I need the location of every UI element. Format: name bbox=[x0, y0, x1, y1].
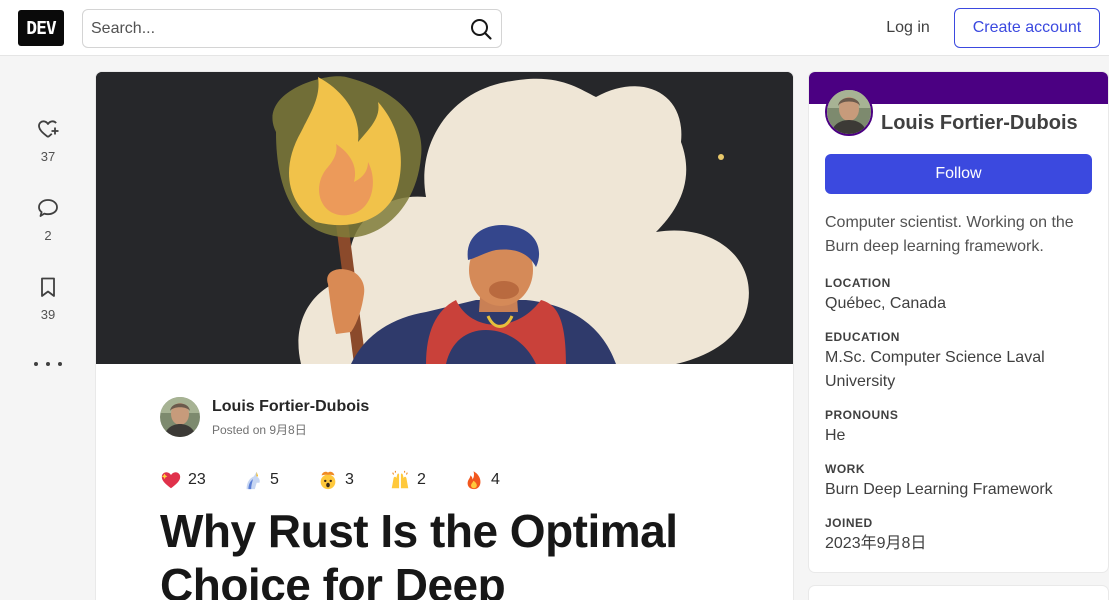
bookmark-icon bbox=[41, 277, 55, 297]
reaction-sparkle-heart: 23 bbox=[160, 468, 206, 492]
profile-avatar[interactable] bbox=[825, 88, 873, 136]
dev-logo[interactable]: DEV bbox=[18, 10, 64, 46]
reactions-summary: 23 5 3 2 4 bbox=[160, 468, 580, 492]
article-card: Louis Fortier-Dubois Posted on 9月8日 23 5 bbox=[96, 72, 793, 600]
reaction-exploding-head: 3 bbox=[317, 468, 354, 492]
more-options-icon[interactable] bbox=[34, 356, 62, 372]
profile-location: Québec, Canada bbox=[825, 295, 946, 312]
profile-field-label: WORK bbox=[825, 462, 865, 476]
reaction-count: 5 bbox=[270, 471, 279, 488]
reaction-fire: 4 bbox=[463, 468, 500, 492]
cover-illustration bbox=[96, 72, 793, 364]
search-box bbox=[82, 9, 502, 48]
comment-count: 2 bbox=[44, 228, 52, 243]
follow-button[interactable]: Follow bbox=[825, 154, 1092, 194]
heart-count: 37 bbox=[40, 149, 56, 164]
profile-name[interactable]: Louis Fortier-Dubois bbox=[881, 112, 1078, 135]
search-icon[interactable] bbox=[469, 17, 493, 41]
author-profile-card: Louis Fortier-Dubois Follow Computer sci… bbox=[809, 72, 1108, 572]
sparkle-heart-emoji bbox=[161, 472, 181, 489]
profile-field-label: EDUCATION bbox=[825, 330, 900, 344]
raised-hands-emoji bbox=[391, 470, 409, 489]
posted-date: Posted on 9月8日 bbox=[212, 423, 307, 437]
top-navigation-bar: DEV Log in Create account bbox=[0, 0, 1109, 56]
profile-field-label: JOINED bbox=[825, 516, 873, 530]
article-title-line: Why Rust Is the Optimal bbox=[160, 505, 678, 557]
article-author-row: Louis Fortier-Dubois Posted on 9月8日 bbox=[160, 397, 560, 437]
reaction-unicorn: 5 bbox=[242, 468, 279, 492]
profile-bio: Computer scientist. Working on the Burn … bbox=[825, 214, 1074, 255]
reaction-heart-button[interactable]: 37 bbox=[28, 117, 68, 164]
unicorn-emoji bbox=[246, 471, 260, 490]
author-name[interactable]: Louis Fortier-Dubois bbox=[212, 398, 369, 416]
cover-image bbox=[96, 72, 793, 364]
fire-emoji bbox=[467, 471, 481, 490]
profile-work: Burn Deep Learning Framework bbox=[825, 481, 1053, 498]
reaction-count: 3 bbox=[345, 471, 354, 488]
search-input[interactable] bbox=[83, 10, 463, 47]
article-title-line: Choice for Deep bbox=[160, 559, 506, 600]
comment-icon bbox=[38, 199, 58, 217]
reaction-raised-hands: 2 bbox=[389, 468, 426, 492]
profile-field-label: LOCATION bbox=[825, 276, 891, 290]
heart-plus-icon bbox=[38, 120, 59, 138]
profile-pronouns: He bbox=[825, 427, 846, 444]
profile-field-label: PRONOUNS bbox=[825, 408, 899, 422]
reaction-count: 4 bbox=[491, 471, 500, 488]
next-sidebar-card bbox=[809, 586, 1108, 600]
log-in-link[interactable]: Log in bbox=[874, 12, 942, 44]
profile-education: M.Sc. Computer Science Laval University bbox=[825, 349, 1045, 390]
profile-joined: 2023年9月8日 bbox=[825, 535, 927, 552]
reaction-count: 23 bbox=[188, 471, 206, 488]
author-avatar[interactable] bbox=[160, 397, 200, 437]
comments-button[interactable]: 2 bbox=[28, 196, 68, 243]
article-title: Why Rust Is the Optimal Choice for Deep bbox=[160, 504, 760, 600]
create-account-button[interactable]: Create account bbox=[954, 8, 1100, 48]
exploding-head-emoji bbox=[320, 471, 336, 490]
bookmark-count: 39 bbox=[40, 307, 56, 322]
bookmark-button[interactable]: 39 bbox=[28, 275, 68, 322]
reaction-count: 2 bbox=[417, 471, 426, 488]
